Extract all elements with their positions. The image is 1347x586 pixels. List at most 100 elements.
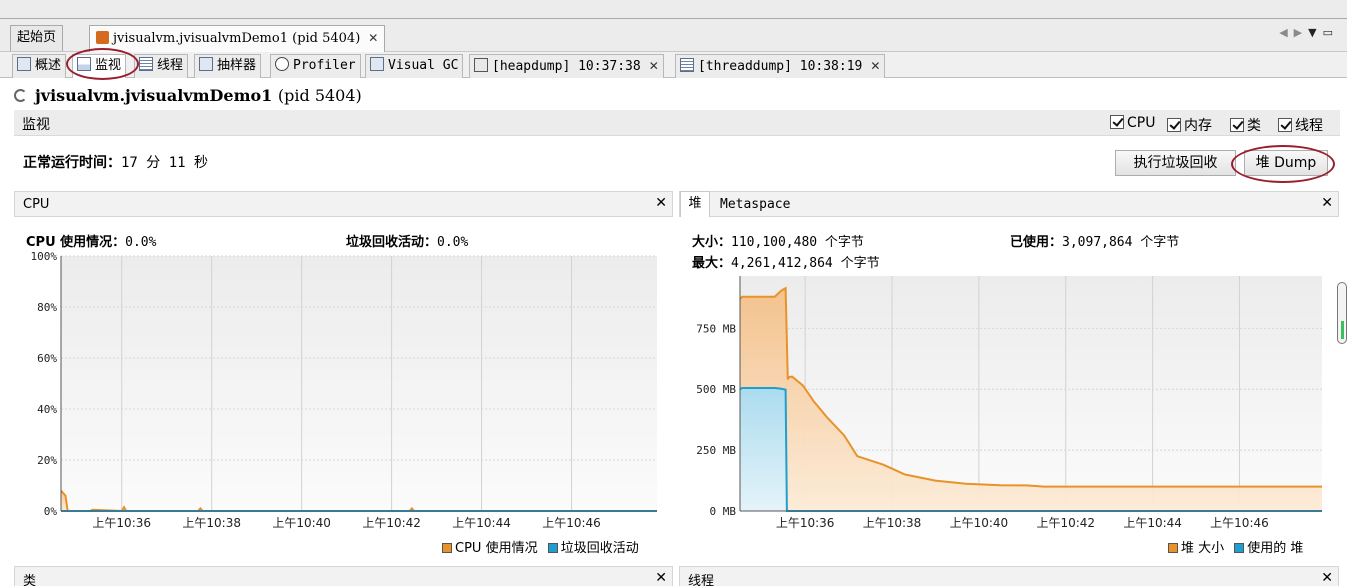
x-tick-label: 上午10:42 [362, 516, 421, 530]
x-tick-label: 上午10:40 [950, 516, 1009, 530]
legend-label: CPU 使用情况 [455, 541, 538, 556]
java-app-icon [96, 31, 109, 44]
stat-value: 3,097,864 个字节 [1062, 235, 1180, 250]
cpu-chart-legend: CPU 使用情况 垃圾回收活动 [442, 537, 639, 556]
legend-label: 使用的 堆 [1247, 541, 1304, 556]
heap-size-stat: 大小：110,100,480 个字节 [692, 231, 864, 250]
perform-gc-button[interactable]: 执行垃圾回收 [1115, 150, 1236, 176]
document-tab-bar: 起始页 jvisualvm.jvisualvmDemo1 (pid 5404) ✕… [0, 0, 1347, 52]
classes-panel-title: 类 [23, 574, 37, 586]
tab-label: Profiler [293, 58, 356, 73]
profiler-icon [275, 57, 289, 71]
threaddump-icon [680, 58, 694, 72]
tab-heap[interactable]: 堆 [680, 191, 710, 217]
close-icon[interactable]: ✕ [655, 570, 667, 586]
checkbox-checked-icon [1167, 118, 1181, 132]
tab-overview[interactable]: 概述 [12, 54, 67, 78]
stat-value: 4,261,412,864 个字节 [731, 256, 880, 271]
tab-profiler[interactable]: Profiler [270, 54, 361, 78]
threads-panel-title: 线程 [688, 574, 715, 586]
doc-tab-label: 起始页 [17, 30, 57, 45]
y-tick-label: 40% [37, 403, 57, 416]
checkbox-classes[interactable]: 类 [1230, 115, 1261, 135]
stat-label: 垃圾回收活动： [346, 235, 438, 250]
checkbox-cpu[interactable]: CPU [1110, 115, 1155, 131]
heapdump-icon [474, 58, 488, 72]
tab-label: 抽样器 [217, 58, 257, 73]
stat-value: 110,100,480 个字节 [731, 235, 864, 250]
stat-value: 0.0% [125, 235, 157, 250]
tab-sampler[interactable]: 抽样器 [194, 54, 262, 78]
checkbox-label: 类 [1247, 118, 1261, 134]
tab-list-icon[interactable]: ▼ [1308, 26, 1322, 39]
cpu-panel-title: CPU [23, 197, 50, 212]
plot-background [61, 256, 657, 511]
heap-chart-legend: 堆 大小 使用的 堆 [1168, 537, 1303, 556]
x-tick-label: 上午10:38 [863, 516, 922, 530]
monitor-section-header: 监视 CPU 内存 类 线程 [14, 110, 1340, 136]
cpu-usage-stat: CPU 使用情况：0.0% [26, 231, 156, 250]
close-icon[interactable]: ✕ [649, 59, 659, 73]
x-tick-label: 上午10:36 [776, 516, 835, 530]
tab-label: 概述 [35, 58, 62, 73]
heap-max-stat: 最大：4,261,412,864 个字节 [692, 252, 880, 271]
uptime-label: 正常运行时间： [23, 155, 121, 171]
sampler-icon [199, 57, 213, 71]
tab-heapdump[interactable]: [heapdump] 10:37:38 ✕ [469, 54, 664, 78]
close-icon[interactable]: ✕ [655, 195, 667, 211]
legend-swatch-heap-used [1234, 543, 1245, 553]
x-tick-label: 上午10:38 [182, 516, 241, 530]
checkbox-threads[interactable]: 线程 [1278, 115, 1323, 135]
stat-label: 大小： [692, 235, 732, 250]
y-tick-label: 0 MB [710, 505, 737, 518]
vertical-scrollbar[interactable] [1337, 282, 1347, 344]
close-icon[interactable]: ✕ [368, 31, 378, 45]
tab-metaspace[interactable]: Metaspace [720, 197, 790, 212]
tab-label: [threaddump] 10:38:19 [698, 59, 863, 74]
annotation-circle-heap-dump [1231, 145, 1335, 183]
x-tick-label: 上午10:46 [1210, 516, 1269, 530]
tab-visual-gc[interactable]: Visual GC [365, 54, 464, 78]
doc-tab-start-page[interactable]: 起始页 [10, 25, 64, 51]
annotation-circle-monitor-tab [66, 48, 139, 80]
x-tick-label: 上午10:44 [452, 516, 511, 530]
checkbox-memory[interactable]: 内存 [1167, 115, 1212, 135]
y-tick-label: 250 MB [696, 444, 736, 457]
view-tab-bar: 概述 监视 线程 抽样器 Profiler Visual GC [heapdum… [0, 52, 1347, 78]
uptime-value: 17 分 11 秒 [121, 155, 209, 171]
checkbox-label: 内存 [1184, 118, 1212, 134]
x-tick-label: 上午10:40 [272, 516, 331, 530]
checkbox-label: 线程 [1295, 118, 1323, 134]
stat-label: CPU 使用情况： [26, 235, 126, 250]
heap-used-stat: 已使用：3,097,864 个字节 [1010, 231, 1179, 250]
classes-panel-header: 类 ✕ [14, 566, 673, 586]
close-icon[interactable]: ✕ [1321, 570, 1333, 586]
section-title: 监视 [22, 117, 50, 133]
memory-panel-header: 堆 Metaspace ✕ [679, 191, 1339, 217]
y-tick-label: 20% [37, 454, 57, 467]
checkbox-checked-icon [1110, 115, 1124, 129]
uptime: 正常运行时间：17 分 11 秒 [23, 152, 208, 172]
heap-chart: 0 MB 250 MB 500 MB 750 MB 上午10:36 上午10:38 上午10… [696, 276, 1322, 530]
tab-threaddump[interactable]: [threaddump] 10:38:19 ✕ [675, 54, 886, 78]
visualgc-icon [370, 57, 384, 71]
tab-threads[interactable]: 线程 [134, 54, 189, 78]
tab-label: Visual GC [388, 58, 459, 73]
y-tick-label: 0% [44, 505, 58, 518]
tab-label: [heapdump] 10:37:38 [492, 59, 641, 74]
checkbox-checked-icon [1230, 118, 1244, 132]
scroll-right-icon[interactable]: ▶ [1294, 26, 1308, 39]
legend-swatch-heap-size [1168, 543, 1178, 553]
legend-swatch-cpu [442, 543, 452, 553]
x-tick-label: 上午10:44 [1123, 516, 1182, 530]
tab-navigation-controls[interactable]: ◀▶▼▭ [1279, 26, 1339, 39]
y-tick-label: 750 MB [696, 322, 736, 335]
close-icon[interactable]: ✕ [1321, 195, 1333, 211]
maximize-icon[interactable]: ▭ [1323, 26, 1339, 39]
doc-tab-jvisualvm-demo[interactable]: jvisualvm.jvisualvmDemo1 (pid 5404) ✕ [89, 25, 386, 52]
threads-icon [139, 57, 153, 71]
scroll-left-icon[interactable]: ◀ [1279, 26, 1293, 39]
x-tick-label: 上午10:42 [1036, 516, 1095, 530]
app-pid: (pid 5404) [277, 86, 362, 105]
close-icon[interactable]: ✕ [870, 59, 880, 73]
